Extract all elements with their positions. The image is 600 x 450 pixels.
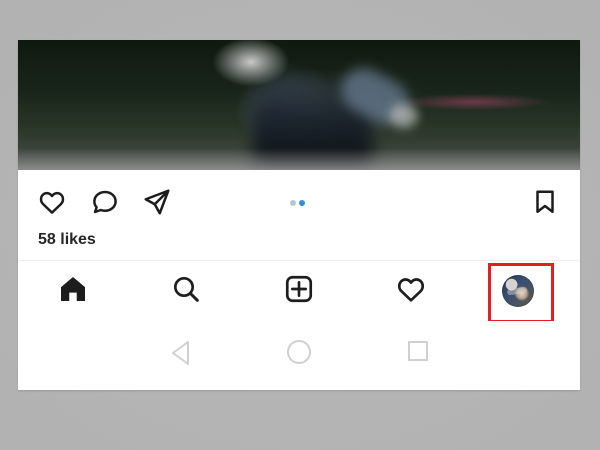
share-icon[interactable]: [142, 187, 172, 217]
home-circle-icon: [286, 339, 312, 370]
search-button[interactable]: [156, 261, 216, 321]
home-button[interactable]: [43, 261, 103, 321]
likes-count[interactable]: 58 likes: [38, 231, 96, 249]
recent-apps-button[interactable]: [407, 340, 429, 367]
system-home-button[interactable]: [286, 339, 312, 370]
profile-avatar-icon: [502, 275, 534, 307]
home-icon: [57, 273, 89, 310]
recent-apps-square-icon: [407, 340, 429, 367]
comment-icon[interactable]: [90, 187, 120, 217]
new-post-button[interactable]: [269, 261, 329, 321]
activity-button[interactable]: [381, 261, 441, 321]
carousel-dot-inactive: [290, 200, 296, 206]
back-triangle-icon: [169, 339, 191, 372]
post-image-shadow: [18, 148, 580, 170]
post-image-hand: [390, 104, 418, 128]
back-button[interactable]: [169, 339, 191, 372]
heart-outline-icon: [395, 273, 427, 310]
bookmark-icon[interactable]: [530, 187, 560, 217]
add-post-icon: [283, 273, 315, 310]
bottom-navigation: [18, 261, 580, 323]
like-icon[interactable]: [37, 187, 67, 217]
post-actions-bar: 58 likes: [18, 170, 580, 260]
search-icon: [170, 273, 202, 310]
carousel-dots: [287, 198, 311, 208]
carousel-dot-active: [299, 200, 305, 206]
instagram-screen: 58 likes: [18, 40, 580, 390]
post-image[interactable]: [18, 40, 580, 170]
profile-button[interactable]: [488, 261, 548, 321]
android-system-navigation: [18, 321, 580, 390]
